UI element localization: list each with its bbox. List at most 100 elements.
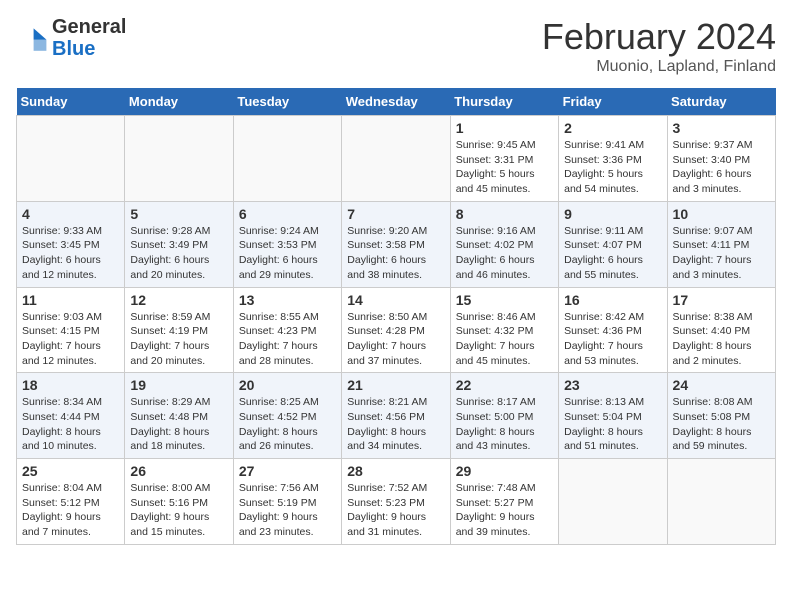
day-number: 16 [564,292,661,308]
calendar-cell: 28 Sunrise: 7:52 AM Sunset: 5:23 PM Dayli… [342,459,450,545]
weekday-header-monday: Monday [125,88,233,116]
calendar-cell: 16 Sunrise: 8:42 AM Sunset: 4:36 PM Dayli… [559,287,667,373]
calendar-cell: 23 Sunrise: 8:13 AM Sunset: 5:04 PM Dayli… [559,373,667,459]
weekday-header-row: SundayMondayTuesdayWednesdayThursdayFrid… [17,88,776,116]
day-number: 11 [22,292,119,308]
calendar-cell: 15 Sunrise: 8:46 AM Sunset: 4:32 PM Dayli… [450,287,558,373]
calendar-cell: 8Sunrise: 9:16 AM Sunset: 4:02 PM Daylig… [450,201,558,287]
calendar-cell: 19 Sunrise: 8:29 AM Sunset: 4:48 PM Dayli… [125,373,233,459]
day-info: Sunrise: 9:03 AM Sunset: 4:15 PM Dayligh… [22,310,119,369]
calendar-week-row: 25Sunrise: 8:04 AM Sunset: 5:12 PM Dayli… [17,459,776,545]
day-info: Sunrise: 8:13 AM Sunset: 5:04 PM Dayligh… [564,395,661,454]
day-number: 24 [673,377,770,393]
day-number: 14 [347,292,444,308]
day-number: 9 [564,206,661,222]
day-number: 21 [347,377,444,393]
day-info: Sunrise: 9:20 AM Sunset: 3:58 PM Dayligh… [347,224,444,283]
weekday-header-wednesday: Wednesday [342,88,450,116]
weekday-header-friday: Friday [559,88,667,116]
calendar-cell [17,116,125,202]
logo-icon [16,22,48,54]
day-info: Sunrise: 8:29 AM Sunset: 4:48 PM Dayligh… [130,395,227,454]
weekday-header-sunday: Sunday [17,88,125,116]
day-info: Sunrise: 8:59 AM Sunset: 4:19 PM Dayligh… [130,310,227,369]
calendar-cell [342,116,450,202]
calendar-cell [125,116,233,202]
title-area: February 2024 Muonio, Lapland, Finland [542,16,776,76]
calendar-table: SundayMondayTuesdayWednesdayThursdayFrid… [16,88,776,545]
day-number: 12 [130,292,227,308]
calendar-cell: 26 Sunrise: 8:00 AM Sunset: 5:16 PM Dayli… [125,459,233,545]
calendar-cell: 27 Sunrise: 7:56 AM Sunset: 5:19 PM Dayli… [233,459,341,545]
weekday-header-saturday: Saturday [667,88,775,116]
calendar-cell: 17 Sunrise: 8:38 AM Sunset: 4:40 PM Dayli… [667,287,775,373]
day-number: 5 [130,206,227,222]
calendar-cell: 12 Sunrise: 8:59 AM Sunset: 4:19 PM Dayli… [125,287,233,373]
day-info: Sunrise: 9:28 AM Sunset: 3:49 PM Dayligh… [130,224,227,283]
day-info: Sunrise: 7:52 AM Sunset: 5:23 PM Dayligh… [347,481,444,540]
logo-blue-text: Blue [52,38,126,60]
calendar-cell: 2 Sunrise: 9:41 AM Sunset: 3:36 PM Daylig… [559,116,667,202]
day-number: 15 [456,292,553,308]
logo-text: General Blue [52,16,126,60]
day-info: Sunrise: 9:16 AM Sunset: 4:02 PM Dayligh… [456,224,553,283]
day-number: 19 [130,377,227,393]
day-number: 23 [564,377,661,393]
day-info: Sunrise: 8:55 AM Sunset: 4:23 PM Dayligh… [239,310,336,369]
day-number: 22 [456,377,553,393]
calendar-cell: 13 Sunrise: 8:55 AM Sunset: 4:23 PM Dayli… [233,287,341,373]
logo-general-text: General [52,16,126,38]
day-number: 3 [673,120,770,136]
day-info: Sunrise: 9:41 AM Sunset: 3:36 PM Dayligh… [564,138,661,197]
day-number: 29 [456,463,553,479]
calendar-cell: 25Sunrise: 8:04 AM Sunset: 5:12 PM Dayli… [17,459,125,545]
calendar-cell: 22 Sunrise: 8:17 AM Sunset: 5:00 PM Dayli… [450,373,558,459]
day-number: 2 [564,120,661,136]
day-number: 28 [347,463,444,479]
day-info: Sunrise: 8:21 AM Sunset: 4:56 PM Dayligh… [347,395,444,454]
day-number: 26 [130,463,227,479]
day-number: 7 [347,206,444,222]
calendar-cell: 20 Sunrise: 8:25 AM Sunset: 4:52 PM Dayli… [233,373,341,459]
day-info: Sunrise: 9:24 AM Sunset: 3:53 PM Dayligh… [239,224,336,283]
day-info: Sunrise: 8:00 AM Sunset: 5:16 PM Dayligh… [130,481,227,540]
day-info: Sunrise: 8:08 AM Sunset: 5:08 PM Dayligh… [673,395,770,454]
calendar-cell: 7 Sunrise: 9:20 AM Sunset: 3:58 PM Daylig… [342,201,450,287]
month-title: February 2024 [542,16,776,58]
day-number: 17 [673,292,770,308]
calendar-cell: 24 Sunrise: 8:08 AM Sunset: 5:08 PM Dayli… [667,373,775,459]
calendar-cell: 4 Sunrise: 9:33 AM Sunset: 3:45 PM Daylig… [17,201,125,287]
day-info: Sunrise: 8:46 AM Sunset: 4:32 PM Dayligh… [456,310,553,369]
day-info: Sunrise: 7:48 AM Sunset: 5:27 PM Dayligh… [456,481,553,540]
calendar-cell: 3 Sunrise: 9:37 AM Sunset: 3:40 PM Daylig… [667,116,775,202]
calendar-cell: 5 Sunrise: 9:28 AM Sunset: 3:49 PM Daylig… [125,201,233,287]
calendar-cell: 10 Sunrise: 9:07 AM Sunset: 4:11 PM Dayli… [667,201,775,287]
day-info: Sunrise: 7:56 AM Sunset: 5:19 PM Dayligh… [239,481,336,540]
day-number: 1 [456,120,553,136]
day-number: 4 [22,206,119,222]
weekday-header-thursday: Thursday [450,88,558,116]
day-info: Sunrise: 8:38 AM Sunset: 4:40 PM Dayligh… [673,310,770,369]
day-info: Sunrise: 9:37 AM Sunset: 3:40 PM Dayligh… [673,138,770,197]
day-number: 20 [239,377,336,393]
day-number: 27 [239,463,336,479]
day-info: Sunrise: 8:17 AM Sunset: 5:00 PM Dayligh… [456,395,553,454]
day-info: Sunrise: 9:33 AM Sunset: 3:45 PM Dayligh… [22,224,119,283]
day-info: Sunrise: 9:11 AM Sunset: 4:07 PM Dayligh… [564,224,661,283]
day-info: Sunrise: 8:42 AM Sunset: 4:36 PM Dayligh… [564,310,661,369]
calendar-week-row: 1 Sunrise: 9:45 AM Sunset: 3:31 PM Daylig… [17,116,776,202]
day-number: 6 [239,206,336,222]
calendar-week-row: 11 Sunrise: 9:03 AM Sunset: 4:15 PM Dayli… [17,287,776,373]
day-info: Sunrise: 8:50 AM Sunset: 4:28 PM Dayligh… [347,310,444,369]
calendar-week-row: 4 Sunrise: 9:33 AM Sunset: 3:45 PM Daylig… [17,201,776,287]
day-info: Sunrise: 9:07 AM Sunset: 4:11 PM Dayligh… [673,224,770,283]
calendar-cell: 14 Sunrise: 8:50 AM Sunset: 4:28 PM Dayli… [342,287,450,373]
day-info: Sunrise: 8:25 AM Sunset: 4:52 PM Dayligh… [239,395,336,454]
calendar-cell [559,459,667,545]
day-number: 10 [673,206,770,222]
header: General Blue February 2024 Muonio, Lapla… [16,16,776,76]
calendar-cell: 11 Sunrise: 9:03 AM Sunset: 4:15 PM Dayli… [17,287,125,373]
day-number: 13 [239,292,336,308]
day-info: Sunrise: 9:45 AM Sunset: 3:31 PM Dayligh… [456,138,553,197]
day-number: 18 [22,377,119,393]
